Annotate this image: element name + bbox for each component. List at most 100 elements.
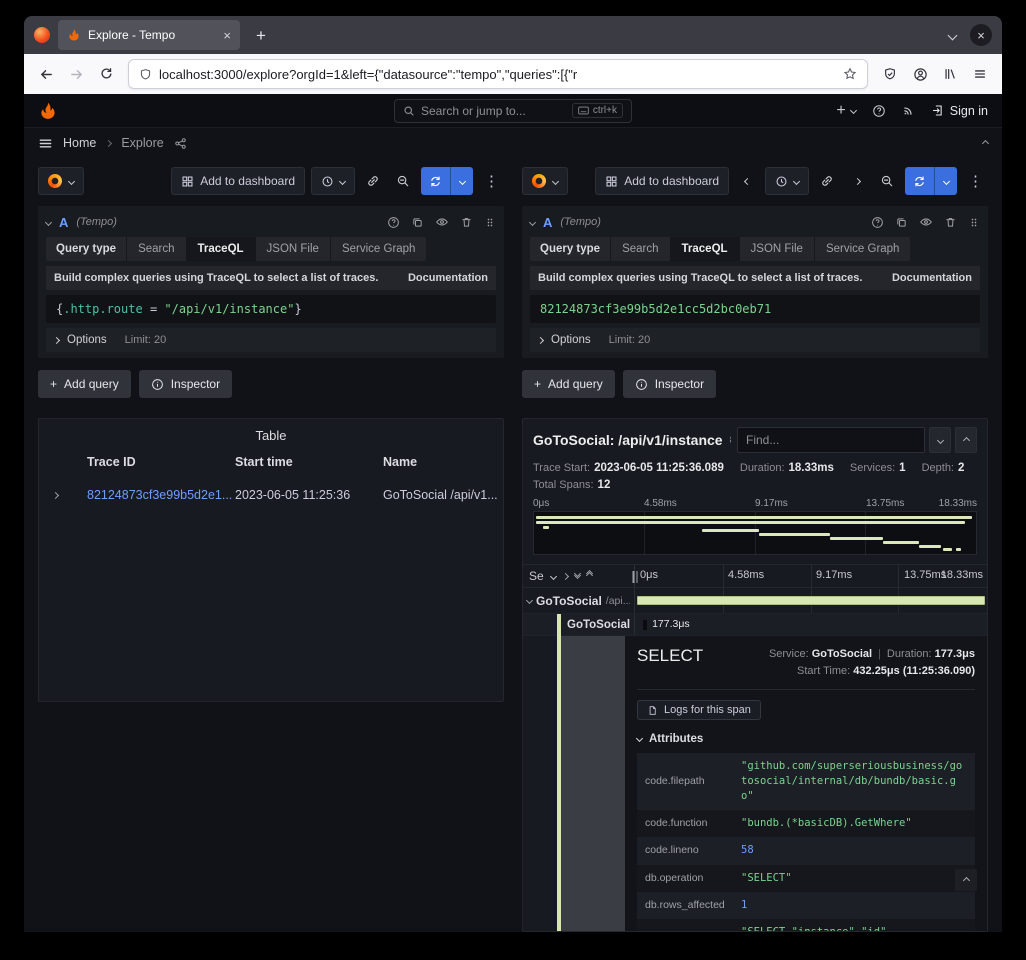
collapse-query-chevron-icon[interactable]: [529, 218, 536, 225]
link-icon[interactable]: [361, 167, 385, 195]
tab-service-graph[interactable]: Service Graph: [815, 237, 911, 261]
window-close-button[interactable]: ×: [970, 24, 992, 46]
datasource-picker[interactable]: [38, 167, 84, 195]
forward-button[interactable]: [62, 60, 90, 88]
run-options-chevron-icon[interactable]: [935, 167, 957, 195]
create-menu-button[interactable]: +: [836, 102, 855, 120]
share-icon[interactable]: [174, 137, 187, 150]
tab-service-graph[interactable]: Service Graph: [331, 237, 427, 261]
link-icon[interactable]: [815, 167, 839, 195]
attributes-accordion[interactable]: Attributes: [637, 733, 975, 745]
column-name[interactable]: Name: [383, 455, 503, 469]
datasource-picker[interactable]: [522, 167, 568, 195]
save-shield-icon[interactable]: [876, 60, 904, 88]
tab-close-icon[interactable]: ×: [223, 29, 231, 42]
remove-query-trash-icon[interactable]: [460, 216, 473, 229]
collapse-span-chevron-icon[interactable]: [526, 597, 533, 604]
zoom-out-icon[interactable]: [875, 167, 899, 195]
find-prev-button[interactable]: [955, 427, 977, 453]
add-query-button[interactable]: +Add query: [38, 370, 131, 398]
sync-icon[interactable]: [421, 167, 451, 195]
disable-query-eye-icon[interactable]: [435, 215, 449, 229]
drag-handle-icon[interactable]: [484, 216, 496, 229]
duplicate-query-icon[interactable]: [895, 216, 908, 229]
shield-icon[interactable]: [139, 68, 152, 81]
documentation-link[interactable]: Documentation: [892, 272, 972, 284]
grafana-logo[interactable]: [38, 101, 58, 121]
documentation-link[interactable]: Documentation: [408, 272, 488, 284]
tab-traceql[interactable]: TraceQL: [187, 237, 256, 261]
service-operation-column-label[interactable]: Se: [529, 569, 544, 583]
span-row-selected[interactable]: GoToSocial 177.3μs: [523, 614, 987, 636]
inspector-button[interactable]: Inspector: [623, 370, 716, 398]
minimap-canvas[interactable]: [533, 511, 977, 555]
logs-for-span-button[interactable]: Logs for this span: [637, 700, 761, 720]
sign-in-button[interactable]: Sign in: [931, 104, 988, 118]
kebab-menu-icon[interactable]: ⋮: [479, 172, 504, 190]
span-row-root[interactable]: GoToSocial /api...: [523, 588, 987, 614]
url-input[interactable]: [159, 67, 836, 82]
news-icon[interactable]: [902, 104, 915, 117]
query-help-icon[interactable]: [871, 216, 884, 229]
find-input[interactable]: [737, 427, 925, 453]
expand-all-icon[interactable]: [587, 574, 592, 578]
run-query-button[interactable]: [905, 167, 957, 195]
zoom-out-icon[interactable]: [391, 167, 415, 195]
find-next-button[interactable]: [929, 427, 951, 453]
sync-icon[interactable]: [905, 167, 935, 195]
query-options-row[interactable]: Options Limit: 20: [530, 328, 980, 352]
run-query-button[interactable]: [421, 167, 473, 195]
help-icon[interactable]: [872, 104, 886, 118]
new-tab-button[interactable]: +: [248, 27, 274, 44]
column-trace-id[interactable]: Trace ID: [87, 455, 235, 469]
pane-narrow-chevron-icon[interactable]: [735, 167, 759, 195]
tab-search[interactable]: Search: [127, 237, 186, 261]
collapse-controls-chevron-icon[interactable]: [982, 139, 989, 146]
sort-chevron-icon[interactable]: [550, 572, 557, 579]
collapse-query-chevron-icon[interactable]: [45, 218, 52, 225]
menu-icon[interactable]: [966, 60, 994, 88]
account-icon[interactable]: [906, 60, 934, 88]
expand-one-chevron-icon[interactable]: [562, 572, 569, 579]
query-options-row[interactable]: Options Limit: 20: [46, 328, 496, 352]
expand-row-chevron-icon[interactable]: [52, 491, 59, 498]
time-picker-button[interactable]: [765, 167, 809, 195]
collapse-all-icon[interactable]: [575, 574, 580, 578]
run-options-chevron-icon[interactable]: [451, 167, 473, 195]
firefox-icon[interactable]: [34, 27, 50, 43]
tab-list-chevron-icon[interactable]: [948, 30, 958, 40]
add-query-button[interactable]: +Add query: [522, 370, 615, 398]
search-input[interactable]: [421, 104, 566, 118]
tab-json-file[interactable]: JSON File: [740, 237, 815, 261]
inspector-button[interactable]: Inspector: [139, 370, 232, 398]
library-icon[interactable]: [936, 60, 964, 88]
breadcrumb-home[interactable]: Home: [63, 136, 96, 150]
back-button[interactable]: [32, 60, 60, 88]
traceql-code-editor[interactable]: 82124873cf3e99b5d2e1cc5d2bc0eb71: [530, 295, 980, 323]
span-bar[interactable]: [643, 620, 647, 630]
drag-handle-icon[interactable]: [968, 216, 980, 229]
kebab-menu-icon[interactable]: ⋮: [963, 172, 988, 190]
traceql-code-editor[interactable]: {.http.route = "/api/v1/instance"}: [46, 295, 496, 323]
url-bar[interactable]: [128, 59, 868, 89]
query-help-icon[interactable]: [387, 216, 400, 229]
duplicate-query-icon[interactable]: [411, 216, 424, 229]
remove-query-trash-icon[interactable]: [944, 216, 957, 229]
add-to-dashboard-button[interactable]: Add to dashboard: [171, 167, 305, 195]
mega-menu-icon[interactable]: [38, 136, 53, 151]
column-start-time[interactable]: Start time: [235, 455, 383, 469]
span-bar[interactable]: [637, 596, 985, 605]
tab-json-file[interactable]: JSON File: [256, 237, 331, 261]
scroll-to-top-button[interactable]: [955, 869, 977, 891]
bookmark-star-icon[interactable]: [843, 67, 857, 81]
trace-minimap[interactable]: 0μs 4.58ms 9.17ms 13.75ms 18.33ms: [533, 498, 977, 555]
table-row[interactable]: 82124873cf3e99b5d2e1... 2023-06-05 11:25…: [39, 479, 503, 511]
browser-tab[interactable]: Explore - Tempo ×: [58, 20, 240, 50]
tab-search[interactable]: Search: [611, 237, 670, 261]
disable-query-eye-icon[interactable]: [919, 215, 933, 229]
pane-widen-chevron-icon[interactable]: [845, 167, 869, 195]
time-picker-button[interactable]: [311, 167, 355, 195]
global-search[interactable]: ctrl+k: [394, 99, 632, 123]
tab-traceql[interactable]: TraceQL: [671, 237, 740, 261]
trace-id-link[interactable]: 82124873cf3e99b5d2e1...: [87, 488, 235, 502]
